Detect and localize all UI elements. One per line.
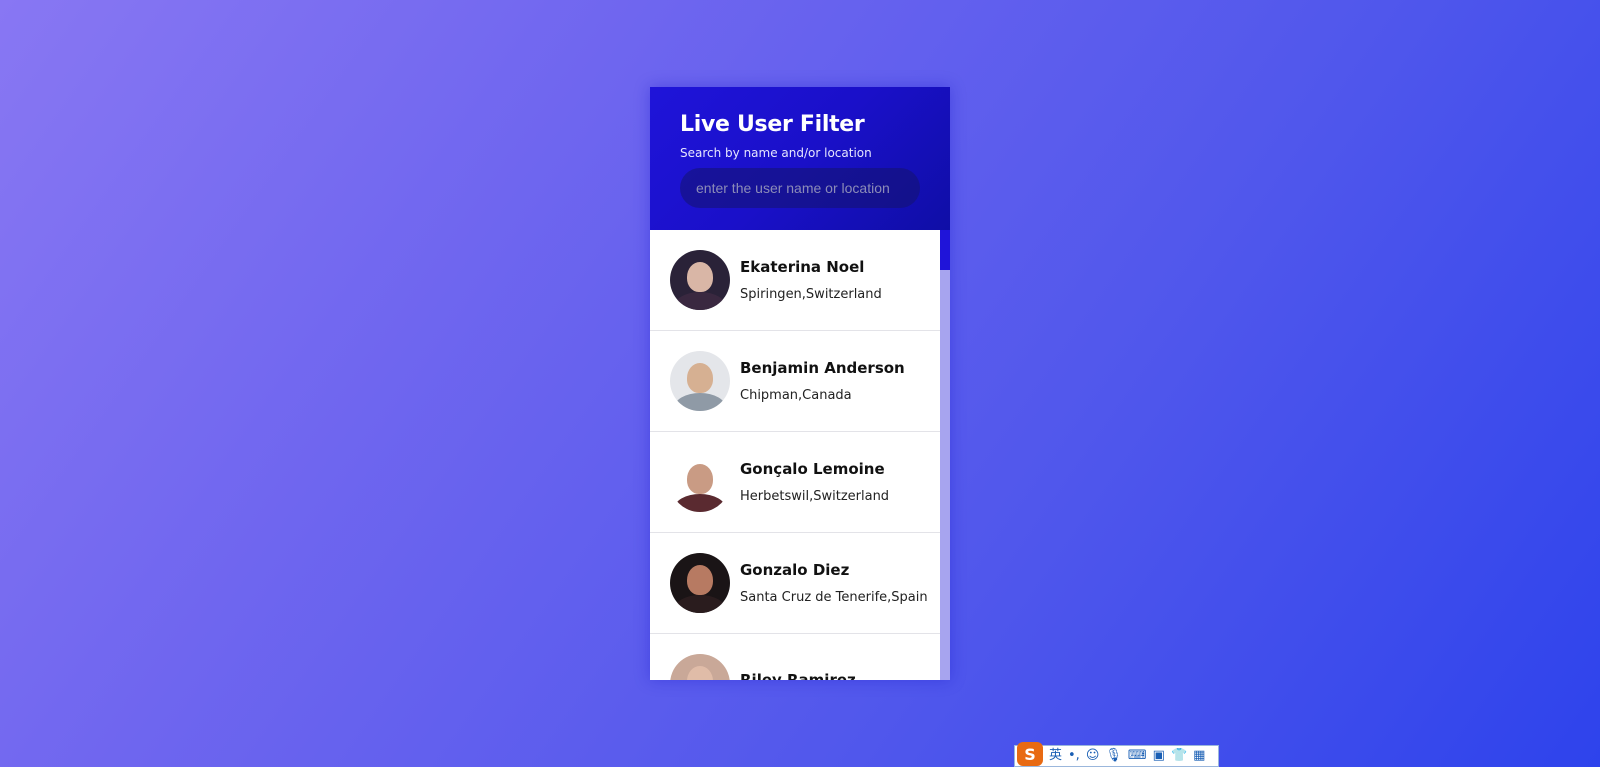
- list-item[interactable]: Riley Ramirez: [650, 634, 940, 680]
- ime-mode-toggle[interactable]: 英: [1049, 746, 1062, 766]
- list-item[interactable]: Gonçalo Lemoine Herbetswil,Switzerland: [650, 432, 940, 533]
- avatar: [670, 250, 730, 310]
- user-name: Benjamin Anderson: [740, 358, 905, 377]
- keyboard-icon[interactable]: ⌨: [1128, 746, 1147, 766]
- avatar: [670, 654, 730, 680]
- search-input[interactable]: [680, 168, 920, 208]
- user-name: Riley Ramirez: [740, 670, 856, 681]
- page-title: Live User Filter: [680, 112, 865, 137]
- user-list-container: Ekaterina Noel Spiringen,Switzerland Ben…: [650, 230, 950, 680]
- user-name: Gonzalo Diez: [740, 560, 850, 579]
- user-location: Santa Cruz de Tenerife,Spain: [740, 589, 928, 605]
- list-item[interactable]: Benjamin Anderson Chipman,Canada: [650, 331, 940, 432]
- user-location: Chipman,Canada: [740, 387, 852, 403]
- card-header: Live User Filter Search by name and/or l…: [650, 87, 950, 230]
- avatar: [670, 351, 730, 411]
- grid-icon[interactable]: ▦: [1193, 746, 1205, 766]
- scrollbar[interactable]: [940, 230, 950, 680]
- user-name: Gonçalo Lemoine: [740, 459, 885, 478]
- microphone-icon[interactable]: 🎙: [1105, 746, 1122, 766]
- emoji-icon[interactable]: ☺: [1086, 746, 1100, 766]
- user-filter-card: Live User Filter Search by name and/or l…: [650, 87, 950, 680]
- user-list: Ekaterina Noel Spiringen,Switzerland Ben…: [650, 230, 940, 680]
- punctuation-toggle[interactable]: •,: [1068, 746, 1080, 766]
- toolbox-icon[interactable]: ▣: [1153, 746, 1165, 766]
- page-subtitle: Search by name and/or location: [680, 146, 872, 160]
- ime-toolbar: S 英 •, ☺ 🎙 ⌨ ▣ 👕 ▦: [1014, 742, 1219, 767]
- list-item[interactable]: Gonzalo Diez Santa Cruz de Tenerife,Spai…: [650, 533, 940, 634]
- skin-icon[interactable]: 👕: [1171, 746, 1187, 766]
- list-item[interactable]: Ekaterina Noel Spiringen,Switzerland: [650, 230, 940, 331]
- user-location: Herbetswil,Switzerland: [740, 488, 890, 504]
- user-location: Spiringen,Switzerland: [740, 286, 882, 302]
- avatar: [670, 553, 730, 613]
- avatar: [670, 452, 730, 512]
- scrollbar-thumb[interactable]: [940, 230, 950, 270]
- sogou-logo-icon[interactable]: S: [1017, 742, 1043, 766]
- user-name: Ekaterina Noel: [740, 257, 865, 276]
